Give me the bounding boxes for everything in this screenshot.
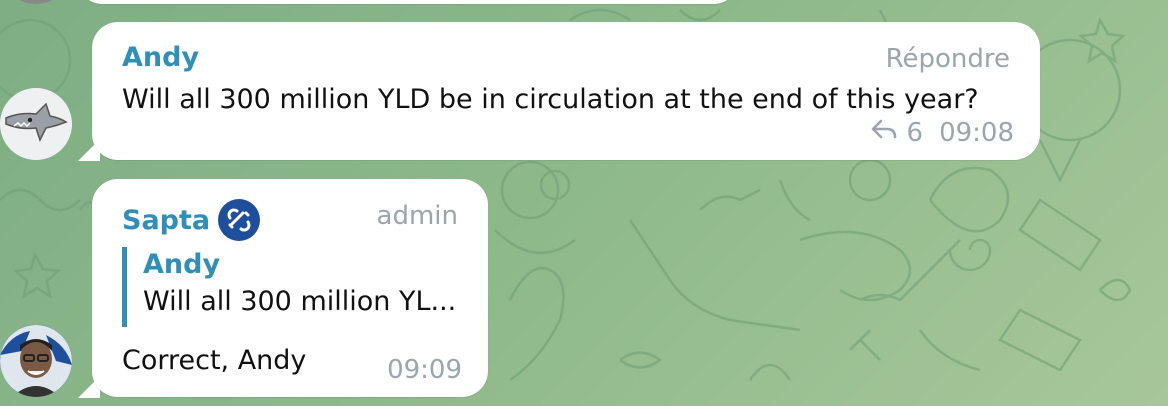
quote-sender: Andy <box>143 249 221 280</box>
reply-action-label[interactable]: Répondre <box>886 44 1010 74</box>
message-meta: 09:09 <box>387 355 462 385</box>
quote-text: Will all 300 million YL... <box>143 286 457 317</box>
message-time: 09:09 <box>387 355 462 385</box>
reply-quote[interactable]: Andy Will all 300 million YL... <box>122 247 463 327</box>
sender-row: Sapta <box>122 199 261 241</box>
message-bubble[interactable]: Sapta admin Andy Will all 300 million YL… <box>92 179 488 397</box>
message-meta: 6 09:08 <box>871 118 1014 148</box>
sender-name[interactable]: Andy <box>122 42 199 73</box>
previous-message-bubble <box>78 0 738 4</box>
verified-link-icon <box>218 199 261 241</box>
user-photo-avatar[interactable] <box>0 325 72 397</box>
message-time: 09:08 <box>939 118 1014 148</box>
reply-arrow-icon[interactable] <box>871 118 897 148</box>
previous-avatar[interactable] <box>0 0 72 4</box>
message-bubble[interactable]: Andy Répondre Will all 300 million YLD b… <box>92 22 1040 160</box>
message-text: Will all 300 million YLD be in circulati… <box>122 84 979 115</box>
shark-avatar-icon[interactable] <box>0 88 72 160</box>
replies-count[interactable]: 6 <box>907 118 924 148</box>
admin-role-label: admin <box>376 201 458 231</box>
message-text: Correct, Andy <box>122 345 307 376</box>
sender-name[interactable]: Sapta <box>122 205 210 236</box>
